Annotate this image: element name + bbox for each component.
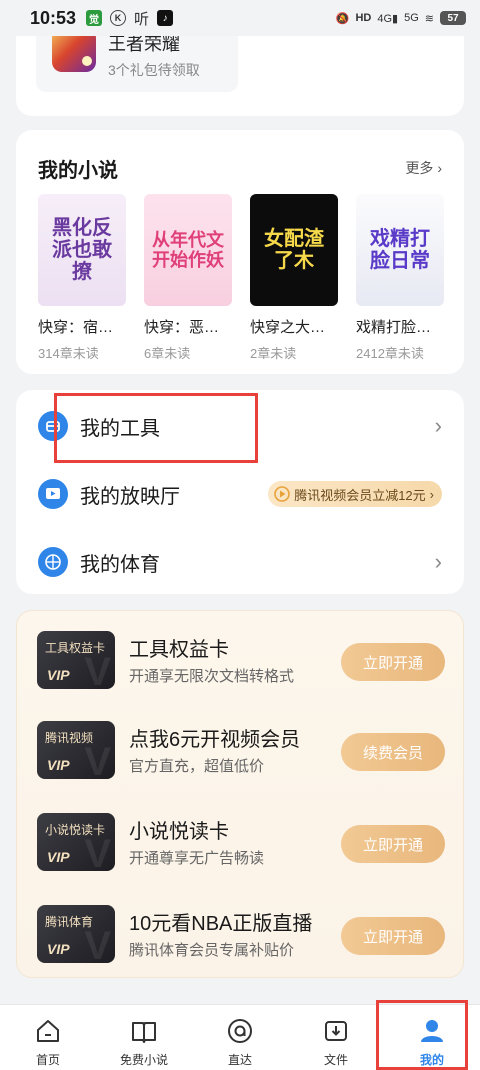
basketball-icon [38, 547, 68, 577]
book-status: 314章未读 [38, 346, 99, 361]
battery-icon: 57 [440, 11, 466, 25]
vip-open-button[interactable]: 立即开通 [341, 917, 445, 955]
book-cover: 女配渣了木 [250, 194, 338, 306]
book-icon [132, 1022, 156, 1043]
book-name: 快穿之大… [250, 319, 326, 336]
status-bar: 10:53 觉 K 听 ♪ 🔕 HD 4G▮ 5G ≋ 57 [0, 0, 480, 36]
vip-open-button[interactable]: 立即开通 [341, 825, 445, 863]
highlight-annotation-box [54, 393, 258, 463]
video-promo-text: 腾讯视频会员立减12元 [294, 487, 426, 503]
novels-title: 我的小说 [38, 160, 118, 182]
chevron-right-icon: › [429, 486, 434, 502]
cinema-icon [38, 479, 68, 509]
nav-label: 文件 [323, 1053, 348, 1067]
signal-4g-icon: 4G▮ [377, 12, 399, 25]
book-cover: 从年代文开始作妖 [144, 194, 232, 306]
nav-label: 直达 [227, 1053, 252, 1067]
vip-offer-row[interactable]: 工具权益卡 VIP V 工具权益卡 开通享无限次文档转格式 立即开通 [17, 623, 465, 713]
gift-subtitle: 3个礼包待领取 [108, 62, 200, 78]
book-status: 2412章未读 [356, 346, 424, 361]
vip-title: 10元看NBA正版直播 [129, 913, 313, 935]
vip-v-watermark-icon: V [84, 832, 111, 871]
my-novels-card: 我的小说 更多 › 黑化反派也敢撩 快穿：宿… 314章未读 从年代文开始作妖 … [16, 130, 464, 374]
vip-mark: VIP [47, 667, 70, 683]
vip-mark: VIP [47, 757, 70, 773]
vip-title: 小说悦读卡 [129, 821, 229, 843]
menu-label-cinema: 我的放映厅 [80, 485, 180, 508]
book-name: 戏精打脸… [356, 319, 432, 336]
video-play-icon [274, 486, 290, 502]
book-item[interactable]: 戏精打脸日常 戏精打脸… 2412章未读 [356, 194, 446, 362]
vip-title: 工具权益卡 [129, 639, 229, 661]
mute-icon: 🔕 [335, 12, 350, 25]
vip-offers-card: 工具权益卡 VIP V 工具权益卡 开通享无限次文档转格式 立即开通 腾讯视频 … [16, 610, 464, 978]
vip-desc: 腾讯体育会员专属补贴价 [129, 942, 295, 959]
tiktok-icon: ♪ [157, 10, 174, 26]
vip-badge: 工具权益卡 VIP V [37, 631, 115, 689]
direct-icon [228, 1019, 252, 1043]
book-item[interactable]: 黑化反派也敢撩 快穿：宿… 314章未读 [38, 194, 128, 362]
vip-offer-row[interactable]: 腾讯视频 VIP V 点我6元开视频会员 官方直充，超值低价 续费会员 [17, 713, 465, 803]
book-name: 快穿：宿… [38, 319, 114, 336]
book-item[interactable]: 从年代文开始作妖 快穿：恶… 6章未读 [144, 194, 234, 362]
book-cover: 黑化反派也敢撩 [38, 194, 126, 306]
vip-mark: VIP [47, 849, 70, 865]
app-notification-icon: 觉 [86, 10, 103, 26]
vip-title: 点我6元开视频会员 [129, 729, 301, 751]
home-icon [37, 1020, 59, 1042]
book-status: 6章未读 [144, 346, 191, 361]
chevron-right-icon: › [434, 413, 442, 438]
vip-mark: VIP [47, 941, 70, 957]
vip-badge: 腾讯视频 VIP V [37, 721, 115, 779]
wifi-icon: ≋ [424, 12, 434, 25]
vip-badge: 腾讯体育 VIP V [37, 905, 115, 963]
vip-desc: 官方直充，超值低价 [129, 758, 265, 775]
book-cover: 戏精打脸日常 [356, 194, 444, 306]
signal-5g-icon: 5G [404, 12, 419, 24]
file-icon [325, 1021, 347, 1041]
nav-label: 首页 [35, 1053, 60, 1067]
listen-app-icon: 听 [134, 10, 150, 28]
book-status: 2章未读 [250, 346, 297, 361]
nav-item-home[interactable]: 首页 [0, 1005, 96, 1070]
vip-offer-row[interactable]: 腾讯体育 VIP V 10元看NBA正版直播 腾讯体育会员专属补贴价 立即开通 [17, 897, 465, 987]
vip-desc: 开通享无限次文档转格式 [129, 668, 295, 685]
vip-desc: 开通尊享无广告畅读 [129, 850, 265, 867]
menu-item-sports[interactable]: 我的体育 › [16, 528, 464, 596]
chevron-right-icon: › [434, 549, 442, 574]
vip-v-watermark-icon: V [84, 650, 111, 689]
vip-renew-button[interactable]: 续费会员 [341, 733, 445, 771]
menu-item-cinema[interactable]: 我的放映厅 腾讯视频会员立减12元 › [16, 460, 464, 528]
vip-badge: 小说悦读卡 VIP V [37, 813, 115, 871]
video-promo-badge[interactable]: 腾讯视频会员立减12元 › [268, 481, 442, 507]
status-time: 10:53 [30, 7, 77, 28]
novels-more-link[interactable]: 更多 › [405, 158, 442, 178]
book-item[interactable]: 女配渣了木 快穿之大… 2章未读 [250, 194, 340, 362]
vip-offer-row[interactable]: 小说悦读卡 VIP V 小说悦读卡 开通尊享无广告畅读 立即开通 [17, 805, 465, 895]
nav-item-files[interactable]: 文件 [288, 1005, 384, 1070]
nav-label: 免费小说 [119, 1053, 168, 1067]
k-app-icon: K [110, 10, 127, 26]
menu-label-sports: 我的体育 [80, 553, 160, 576]
nav-item-direct[interactable]: 直达 [192, 1005, 288, 1070]
vip-v-watermark-icon: V [84, 740, 111, 779]
nav-item-free-novels[interactable]: 免费小说 [96, 1005, 192, 1070]
book-name: 快穿：恶… [144, 319, 220, 336]
highlight-annotation-box [376, 1000, 468, 1070]
vip-v-watermark-icon: V [84, 924, 111, 963]
vip-open-button[interactable]: 立即开通 [341, 643, 445, 681]
hd-icon: HD [355, 12, 372, 24]
